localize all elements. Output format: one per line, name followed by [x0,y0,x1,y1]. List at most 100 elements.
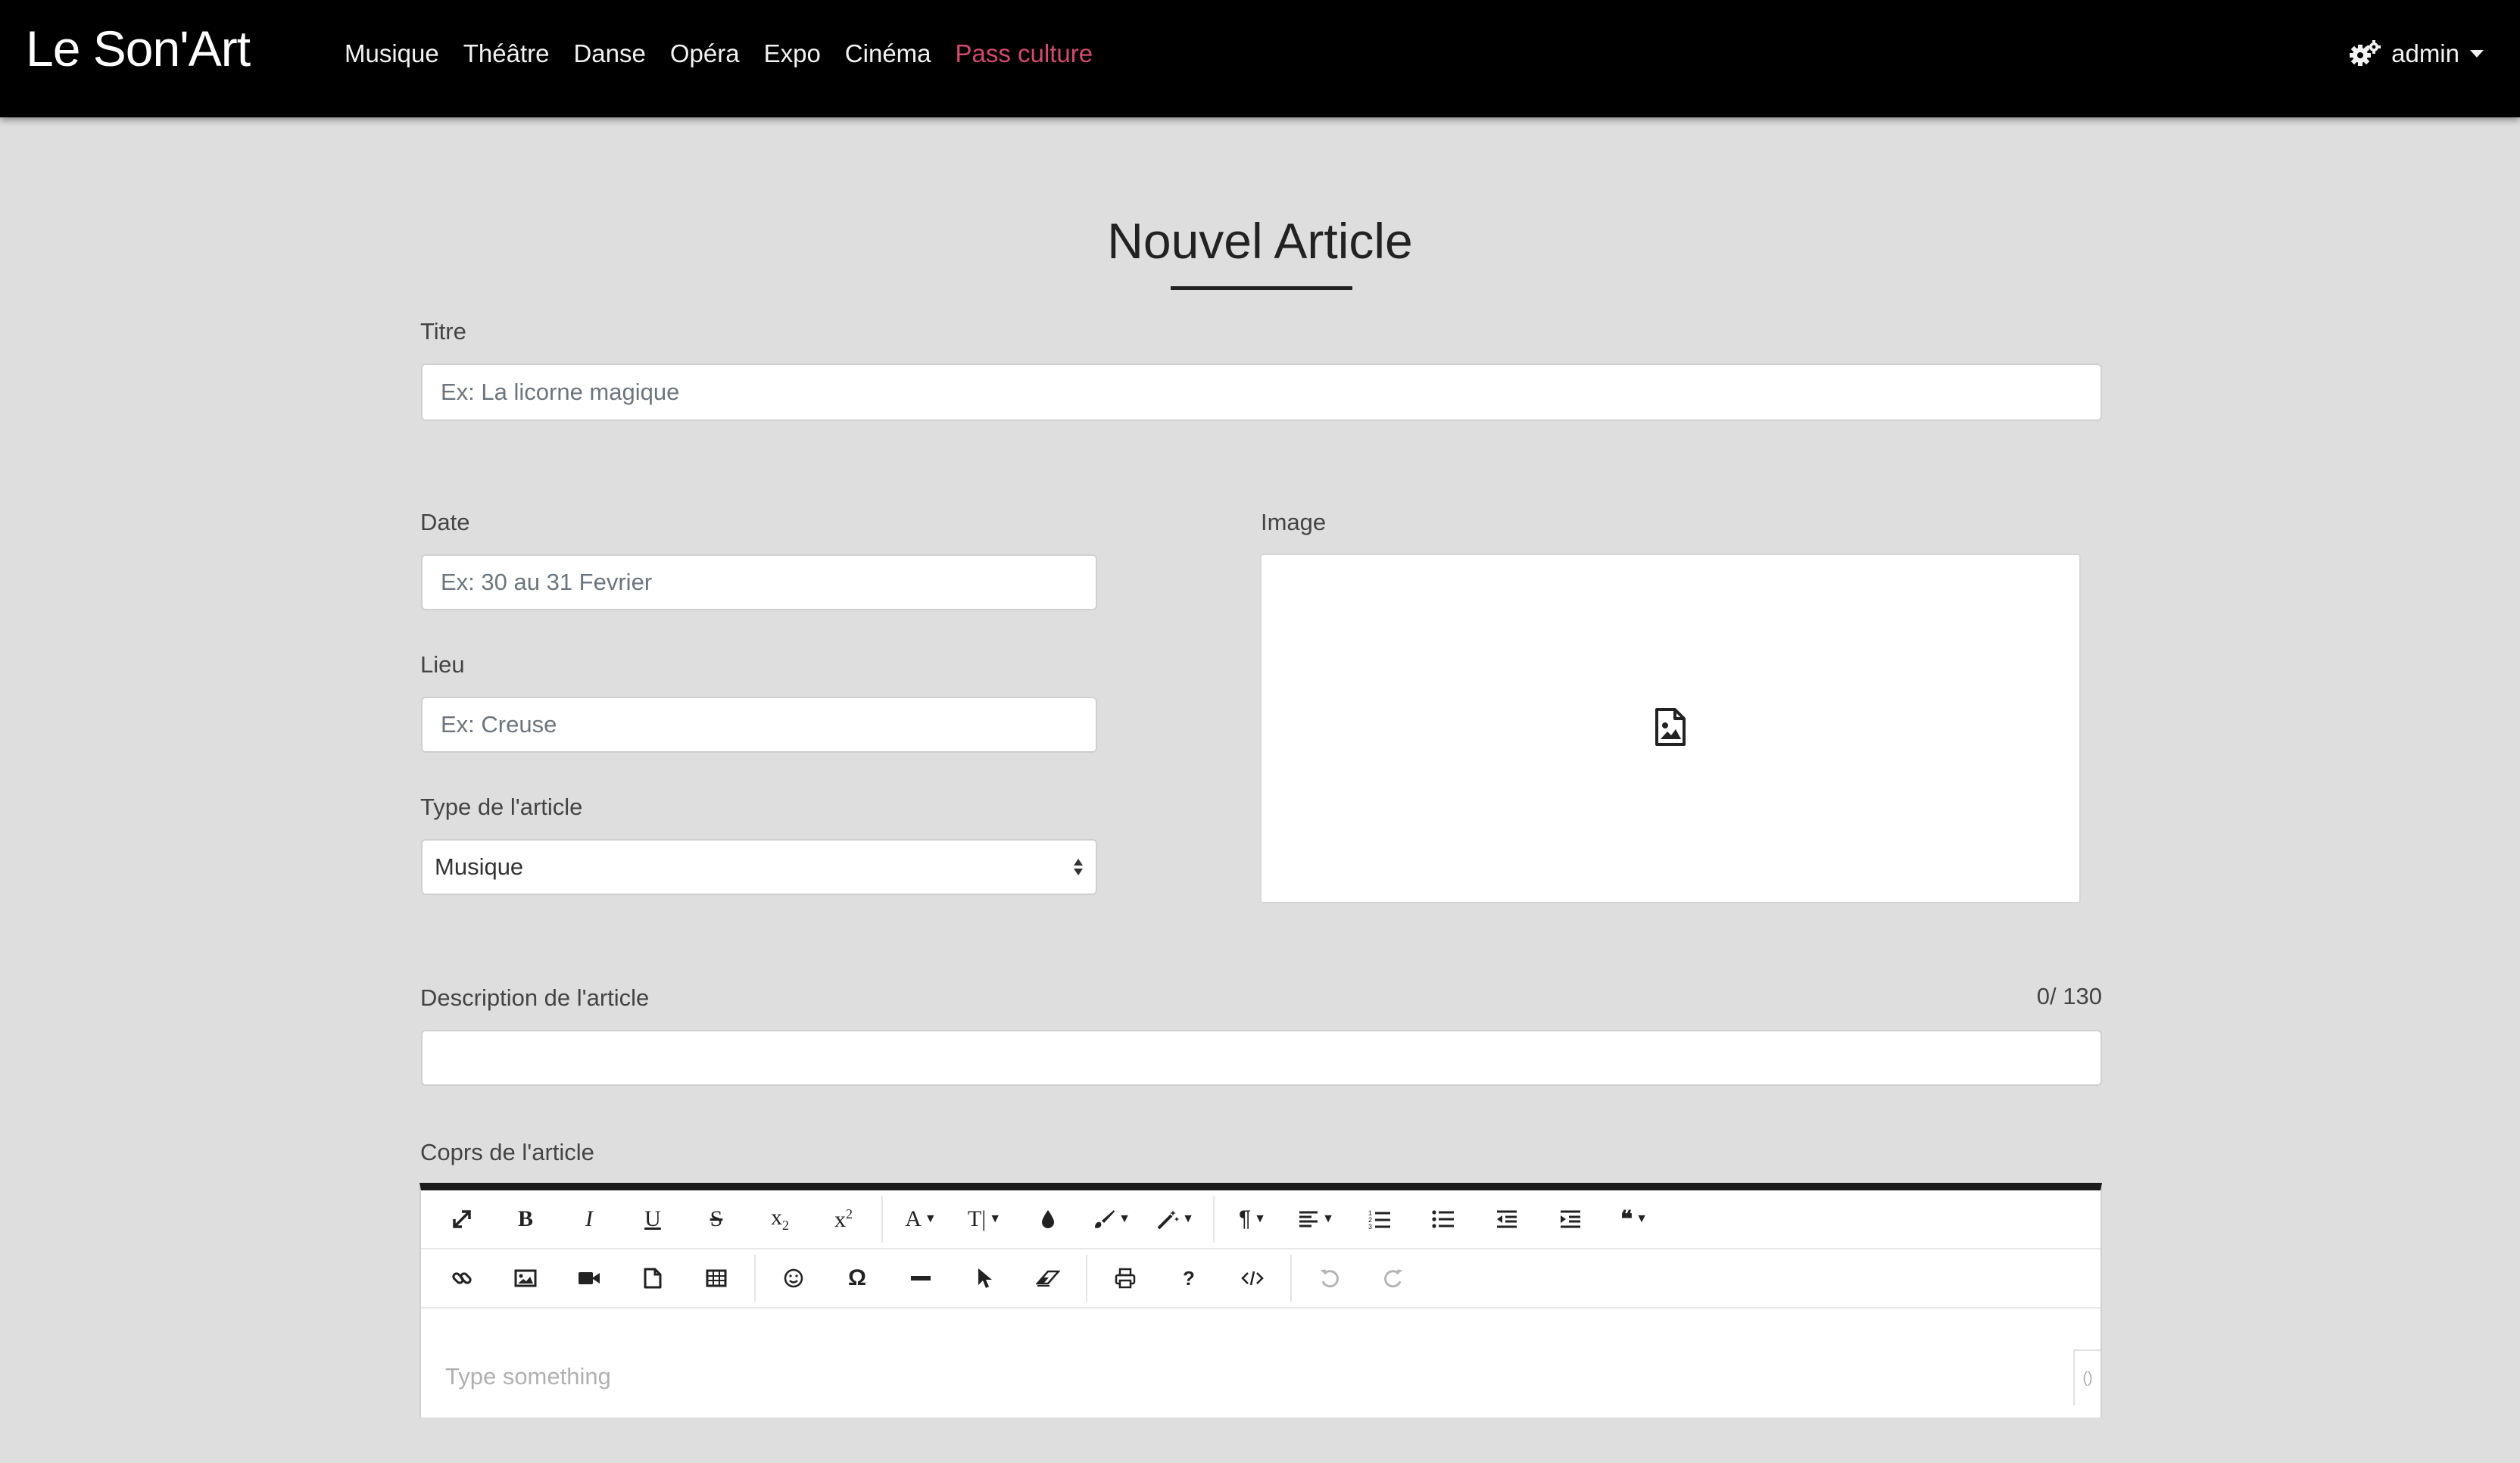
title-underline [1171,286,1352,290]
color-button[interactable] [1016,1196,1080,1243]
caret-down-icon: ▼ [1254,1212,1266,1225]
lieu-input[interactable]: Ex: Creuse [421,697,1097,753]
undo-icon [1320,1269,1339,1288]
blockquote-button[interactable]: ❝ ▼ [1602,1196,1666,1243]
redo-icon [1384,1269,1403,1288]
italic-button[interactable]: I [557,1196,621,1243]
date-input[interactable]: Ex: 30 au 31 Fevrier [421,554,1097,610]
image-upload-area[interactable] [1260,554,2081,903]
strikethrough-icon: S [710,1206,723,1231]
horizontal-rule-icon [911,1276,931,1281]
ordered-list-button[interactable]: 123 [1348,1196,1411,1243]
nav-link-cinema[interactable]: Cinéma [845,39,931,68]
mouse-pointer-icon [978,1268,992,1288]
fullscreen-button[interactable] [430,1196,494,1243]
omega-icon: Ω [847,1265,867,1290]
special-char-button[interactable]: Ω [825,1255,889,1302]
description-input[interactable] [421,1030,2102,1086]
indent-button[interactable] [1539,1196,1602,1243]
quote-icon: ❝ [1620,1206,1633,1232]
question-icon: ? [1183,1266,1195,1290]
date-label: Date [420,509,470,535]
editor-placeholder: Type something [445,1363,611,1390]
subscript-icon: x2 [771,1205,789,1233]
toolbar-group-misc: ? [1093,1255,1292,1302]
toolbar-group-special: Ω [762,1255,1087,1302]
video-camera-icon [579,1272,600,1284]
font-family-button[interactable]: A ▼ [889,1196,953,1243]
type-select-value: Musique [435,853,524,880]
nav-links: Musique Théâtre Danse Opéra Expo Cinéma … [345,39,1093,68]
horizontal-rule-button[interactable] [889,1255,953,1302]
bold-button[interactable]: B [494,1196,557,1243]
select-button[interactable] [953,1255,1016,1302]
nav-link-musique[interactable]: Musique [345,39,439,68]
toolbar-group-font: A ▼ T| ▼ ▼ ▼ [889,1196,1215,1243]
insert-video-button[interactable] [557,1255,621,1302]
gears-icon [2349,40,2381,67]
strikethrough-button[interactable]: S [685,1196,748,1243]
titre-input[interactable]: Ex: La licorne magique [421,363,2102,421]
code-icon [1241,1271,1264,1286]
picture-icon [514,1269,537,1287]
toolbar-group-insert [430,1255,756,1302]
nav-link-expo[interactable]: Expo [764,39,821,68]
nav-link-pass-culture[interactable]: Pass culture [956,39,1093,68]
eraser-icon [1036,1270,1060,1287]
editor-toolbar-row-2: Ω ? [421,1249,2101,1309]
insert-table-button[interactable] [685,1255,748,1302]
droplet-icon [1042,1210,1054,1228]
caret-down-icon: ▼ [924,1212,937,1225]
editor-content-area[interactable]: Type something () [421,1310,2101,1418]
underline-icon: U [644,1206,661,1231]
insert-file-button[interactable] [621,1255,685,1302]
expand-icon [453,1210,471,1228]
link-button[interactable] [430,1255,494,1302]
insert-image-button[interactable] [494,1255,557,1302]
type-label: Type de l'article [420,794,583,820]
caret-down-icon: ▼ [1636,1212,1648,1225]
nav-link-opera[interactable]: Opéra [670,39,740,68]
toolbar-group-basic: B I U S x2 x2 [430,1196,883,1243]
superscript-button[interactable]: x2 [812,1196,875,1243]
page-title: Nouvel Article [1107,213,1413,269]
file-icon [644,1268,662,1289]
bold-icon: B [517,1206,533,1231]
font-size-button[interactable]: T| ▼ [953,1196,1016,1243]
user-name: admin [2391,39,2459,67]
clear-format-button[interactable] [1016,1255,1080,1302]
caret-down-icon: ▼ [989,1212,1002,1225]
caret-down-icon: ▼ [1182,1212,1194,1225]
emoji-button[interactable] [762,1255,825,1302]
nav-link-theatre[interactable]: Théâtre [463,39,550,68]
brand-logo[interactable]: Le Son'Art [26,20,251,77]
svg-text:3: 3 [1368,1223,1372,1230]
user-menu-dropdown[interactable]: admin [2349,39,2484,68]
description-label: Description de l'article [420,984,650,1011]
underline-button[interactable]: U [621,1196,685,1243]
date-placeholder: Ex: 30 au 31 Fevrier [441,569,653,595]
magic-button[interactable]: ▼ [1143,1196,1207,1243]
unordered-list-icon [1432,1210,1454,1228]
help-button[interactable]: ? [1157,1255,1221,1302]
code-view-button[interactable] [1221,1255,1284,1302]
resize-handle-glyph: () [2082,1369,2093,1387]
corps-label: Coprs de l'article [420,1139,594,1165]
subscript-button[interactable]: x2 [748,1196,812,1243]
type-select[interactable]: Musique [421,839,1097,895]
paragraph-button[interactable]: ¶ ▼ [1221,1196,1284,1243]
print-button[interactable] [1093,1255,1157,1302]
font-family-icon: A [905,1206,922,1231]
redo-button[interactable] [1361,1255,1425,1302]
image-file-icon [1654,707,1687,750]
unordered-list-button[interactable] [1411,1196,1475,1243]
superscript-icon: x2 [834,1206,853,1232]
outdent-button[interactable] [1475,1196,1539,1243]
paint-brush-button[interactable]: ▼ [1080,1196,1143,1243]
link-icon [452,1272,472,1284]
editor-resize-handle[interactable]: () [2073,1349,2101,1405]
nav-link-danse[interactable]: Danse [573,39,645,68]
caret-down-icon [2470,49,2484,58]
align-button[interactable]: ▼ [1284,1196,1348,1243]
undo-button[interactable] [1298,1255,1361,1302]
